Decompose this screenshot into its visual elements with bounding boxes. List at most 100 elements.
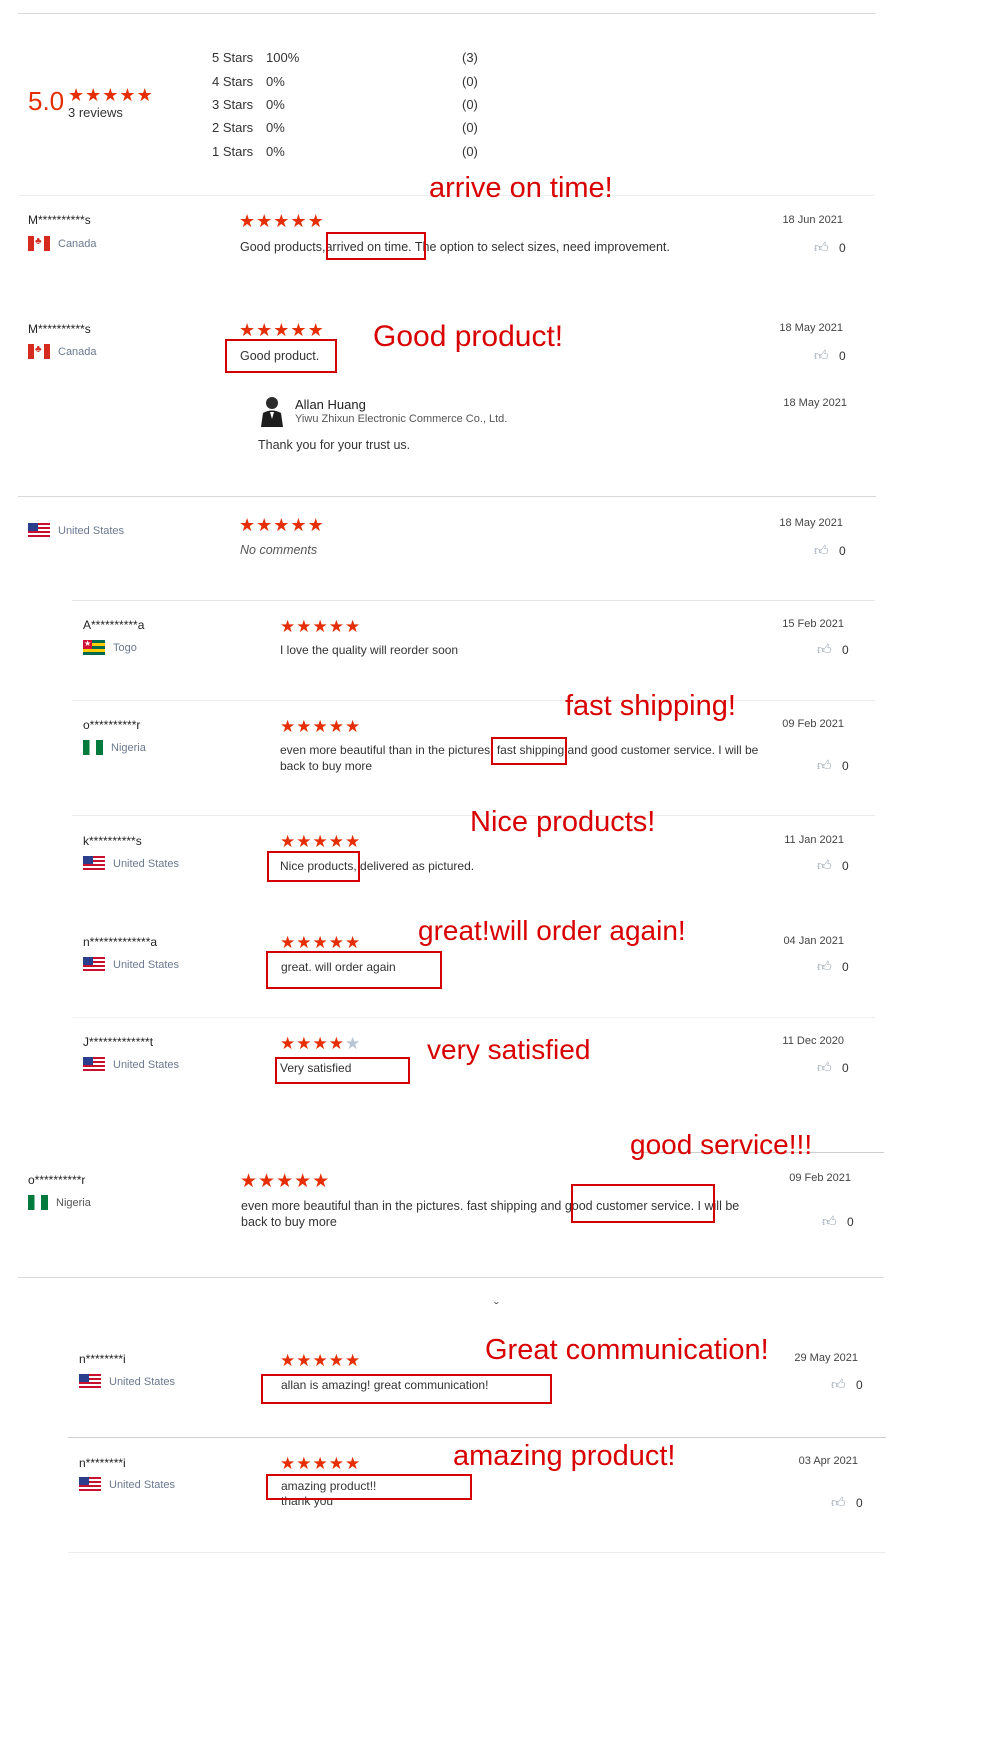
annotation: fast shipping! xyxy=(565,690,736,722)
reviewer-country: Canada xyxy=(28,236,97,251)
star-icon: ★ xyxy=(312,1454,328,1473)
highlight-box xyxy=(261,1374,552,1404)
highlight-box xyxy=(266,1474,472,1500)
review-stars: ★ ★ ★ ★ ★ xyxy=(280,934,360,951)
rating-row-percent: 100% xyxy=(266,50,300,65)
reviewer-name: n********i xyxy=(79,1352,126,1366)
review-stars: ★ ★ ★ ★ ★ xyxy=(280,1035,360,1052)
review-date: 11 Dec 2020 xyxy=(782,1035,844,1047)
like-button[interactable]: 👍︎ 0 xyxy=(814,348,846,363)
star-icon: ★ xyxy=(328,1351,344,1370)
thumbs-up-icon: 👍︎ xyxy=(822,1213,837,1229)
star-icon: ★ xyxy=(85,85,102,105)
like-button[interactable]: 👍︎ 0 xyxy=(817,959,849,974)
rating-row-label: 1 Stars xyxy=(212,144,254,159)
divider xyxy=(72,600,875,601)
divider xyxy=(72,700,875,701)
like-button[interactable]: 👍︎ 0 xyxy=(817,858,849,873)
thumbs-up-icon: 👍︎ xyxy=(831,1494,846,1510)
rating-row-percent: 0% xyxy=(266,120,285,135)
rating-row-label: 5 Stars xyxy=(212,50,254,65)
annotation: Great communication! xyxy=(485,1334,769,1366)
rating-row-label: 4 Stars xyxy=(212,74,254,89)
rating-row-percent: 0% xyxy=(266,74,285,89)
reply-company: Yiwu Zhixun Electronic Commerce Co., Ltd… xyxy=(295,413,508,425)
rating-row-count: (0) xyxy=(462,97,478,112)
highlight-box xyxy=(266,951,442,989)
review-stars: ★ ★ ★ ★ ★ xyxy=(280,1352,360,1369)
star-icon: ★ xyxy=(312,1171,330,1192)
like-button[interactable]: 👍︎ 0 xyxy=(817,758,849,773)
like-button[interactable]: 👍︎ 0 xyxy=(822,1214,854,1229)
thumbs-up-icon: 👍︎ xyxy=(814,542,829,558)
star-icon: ★ xyxy=(280,617,296,636)
rating-row-percent: 0% xyxy=(266,97,285,112)
review-date: 09 Feb 2021 xyxy=(789,1172,851,1184)
reviewer-name: o**********r xyxy=(83,718,141,732)
review-date: 11 Jan 2021 xyxy=(784,834,844,846)
star-icon: ★ xyxy=(256,515,273,535)
review-text: No comments xyxy=(240,543,318,557)
star-icon: ★ xyxy=(290,211,307,231)
us-flag-icon xyxy=(79,1374,101,1389)
like-button[interactable]: 👍︎ 0 xyxy=(831,1495,863,1510)
star-icon: ★ xyxy=(328,832,344,851)
star-icon: ★ xyxy=(328,717,344,736)
reviewer-country: United States xyxy=(83,1057,179,1072)
like-button[interactable]: 👍︎ 0 xyxy=(817,1060,849,1075)
average-rating: 5.0 xyxy=(28,86,65,116)
star-icon: ★ xyxy=(345,933,361,952)
like-button[interactable]: 👍︎ 0 xyxy=(817,642,849,657)
star-icon: ★ xyxy=(290,320,307,340)
reviewer-name: n*************a xyxy=(83,935,158,949)
star-icon: ★ xyxy=(273,320,290,340)
divider xyxy=(18,1277,884,1278)
star-icon: ★ xyxy=(294,1171,312,1192)
thumbs-up-icon: 👍︎ xyxy=(814,239,829,255)
annotation: arrive on time! xyxy=(429,172,613,204)
star-icon: ★ xyxy=(239,320,256,340)
annotation: very satisfied xyxy=(427,1034,591,1065)
reviewer-country: United States xyxy=(79,1374,175,1389)
star-icon: ★ xyxy=(280,1454,296,1473)
divider xyxy=(72,1017,875,1018)
star-icon: ★ xyxy=(296,933,312,952)
rating-row-count: (0) xyxy=(462,120,478,135)
star-icon: ★ xyxy=(119,85,136,105)
review-stars: ★ ★ ★ ★ ★ xyxy=(280,618,360,635)
like-button[interactable]: 👍︎ 0 xyxy=(814,240,846,255)
us-flag-icon xyxy=(83,1057,105,1072)
star-icon: ★ xyxy=(345,717,361,736)
nigeria-flag-icon xyxy=(28,1195,48,1210)
star-icon: ★ xyxy=(296,717,312,736)
canada-flag-icon xyxy=(28,236,50,251)
star-icon: ★ xyxy=(345,617,361,636)
highlight-box xyxy=(571,1184,715,1223)
reviewer-country: Nigeria xyxy=(83,740,146,755)
highlight-box xyxy=(275,1057,410,1084)
thumbs-up-icon: 👍︎ xyxy=(817,1059,832,1075)
star-icon: ★ xyxy=(280,933,296,952)
like-button[interactable]: 👍︎ 0 xyxy=(814,543,846,558)
reviewer-country: United States xyxy=(83,957,179,972)
star-icon: ★ xyxy=(307,211,324,231)
us-flag-icon xyxy=(79,1477,101,1492)
review-stars: ★ ★ ★ ★ ★ xyxy=(239,212,324,230)
average-stars: ★ ★ ★ ★ ★ xyxy=(68,86,153,104)
reply-date: 18 May 2021 xyxy=(783,397,847,409)
annotation: good service!!! xyxy=(630,1129,813,1160)
rating-row-label: 2 Stars xyxy=(212,120,254,135)
star-icon: ★ xyxy=(280,832,296,851)
star-icon: ★ xyxy=(239,515,256,535)
review-count: 3 reviews xyxy=(68,105,123,120)
star-icon: ★ xyxy=(345,1454,361,1473)
thumbs-up-icon: 👍︎ xyxy=(817,641,832,657)
reviewer-name: J*************t xyxy=(83,1035,154,1049)
star-icon: ★ xyxy=(290,515,307,535)
star-icon: ★ xyxy=(312,617,328,636)
person-icon xyxy=(259,395,285,427)
highlight-box xyxy=(326,232,426,260)
star-icon: ★ xyxy=(312,933,328,952)
reviewer-country: United States xyxy=(79,1477,175,1492)
like-button[interactable]: 👍︎ 0 xyxy=(831,1377,863,1392)
